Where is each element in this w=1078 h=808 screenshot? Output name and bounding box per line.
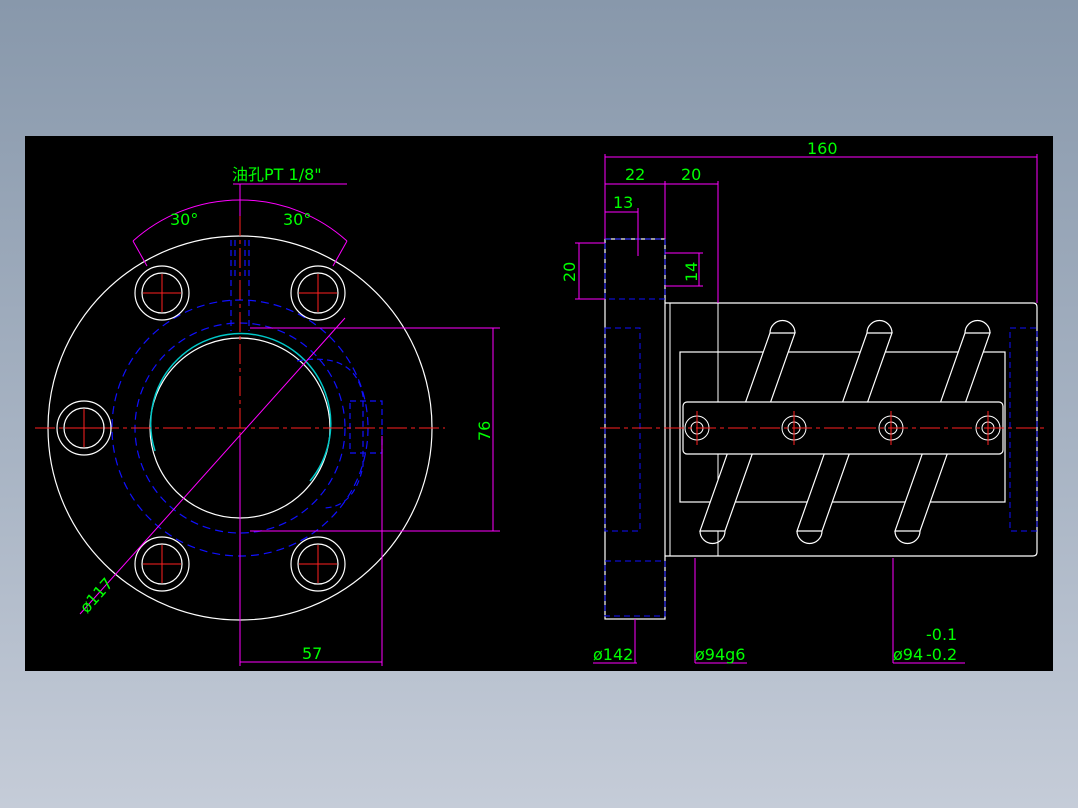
angle-leader-left [132, 240, 148, 267]
oil-hole-label: 油孔PT 1/8" [232, 165, 322, 184]
flange-hidden-bottom [604, 560, 666, 617]
flange-hidden-bore [604, 327, 641, 532]
dim-20-label: 20 [681, 165, 701, 184]
dim-22-label: 22 [625, 165, 645, 184]
bolt-hole-bottom-right [290, 536, 346, 592]
bolt-circle-label: ø117 [76, 574, 117, 617]
side-view: 160 22 20 13 20 14 ø142 ø94g6 ø94 -0.1 -… [560, 139, 1047, 664]
thread-arc [150, 332, 332, 482]
angle-label-left: 30° [170, 210, 198, 229]
body-hidden-end [1009, 327, 1038, 532]
bolt-circle-leader [79, 317, 346, 615]
bolt-hole-top-left [134, 265, 190, 321]
dim-14-label: 14 [682, 262, 701, 282]
angle-leader-right [332, 240, 348, 267]
dim-20v-label: 20 [560, 262, 579, 282]
dim-57-label: 57 [302, 644, 322, 663]
flange-hidden-top [604, 238, 666, 300]
cad-drawing: 30° 30° 油孔PT 1/8" ø117 76 57 160 22 20 1… [35, 139, 1047, 666]
tol-lower-label: -0.2 [926, 645, 957, 664]
side-flange [604, 238, 666, 620]
pilot-dia-label: ø94g6 [695, 645, 745, 664]
drawing-canvas: 30° 30° 油孔PT 1/8" ø117 76 57 160 22 20 1… [25, 136, 1053, 671]
dim-160-label: 160 [807, 139, 838, 158]
angle-label-right: 30° [283, 210, 311, 229]
flange-dia-label: ø142 [593, 645, 633, 664]
bolt-hole-left [56, 400, 112, 456]
tol-upper-label: -0.1 [926, 625, 957, 644]
front-view: 30° 30° 油孔PT 1/8" ø117 76 57 [35, 165, 500, 666]
body-dia-label: ø94 [893, 645, 923, 664]
bolt-hole-top-right [290, 265, 346, 321]
bolt-hole-bottom-left [134, 536, 190, 592]
dim-76-label: 76 [475, 421, 494, 441]
dim-13-label: 13 [613, 193, 633, 212]
